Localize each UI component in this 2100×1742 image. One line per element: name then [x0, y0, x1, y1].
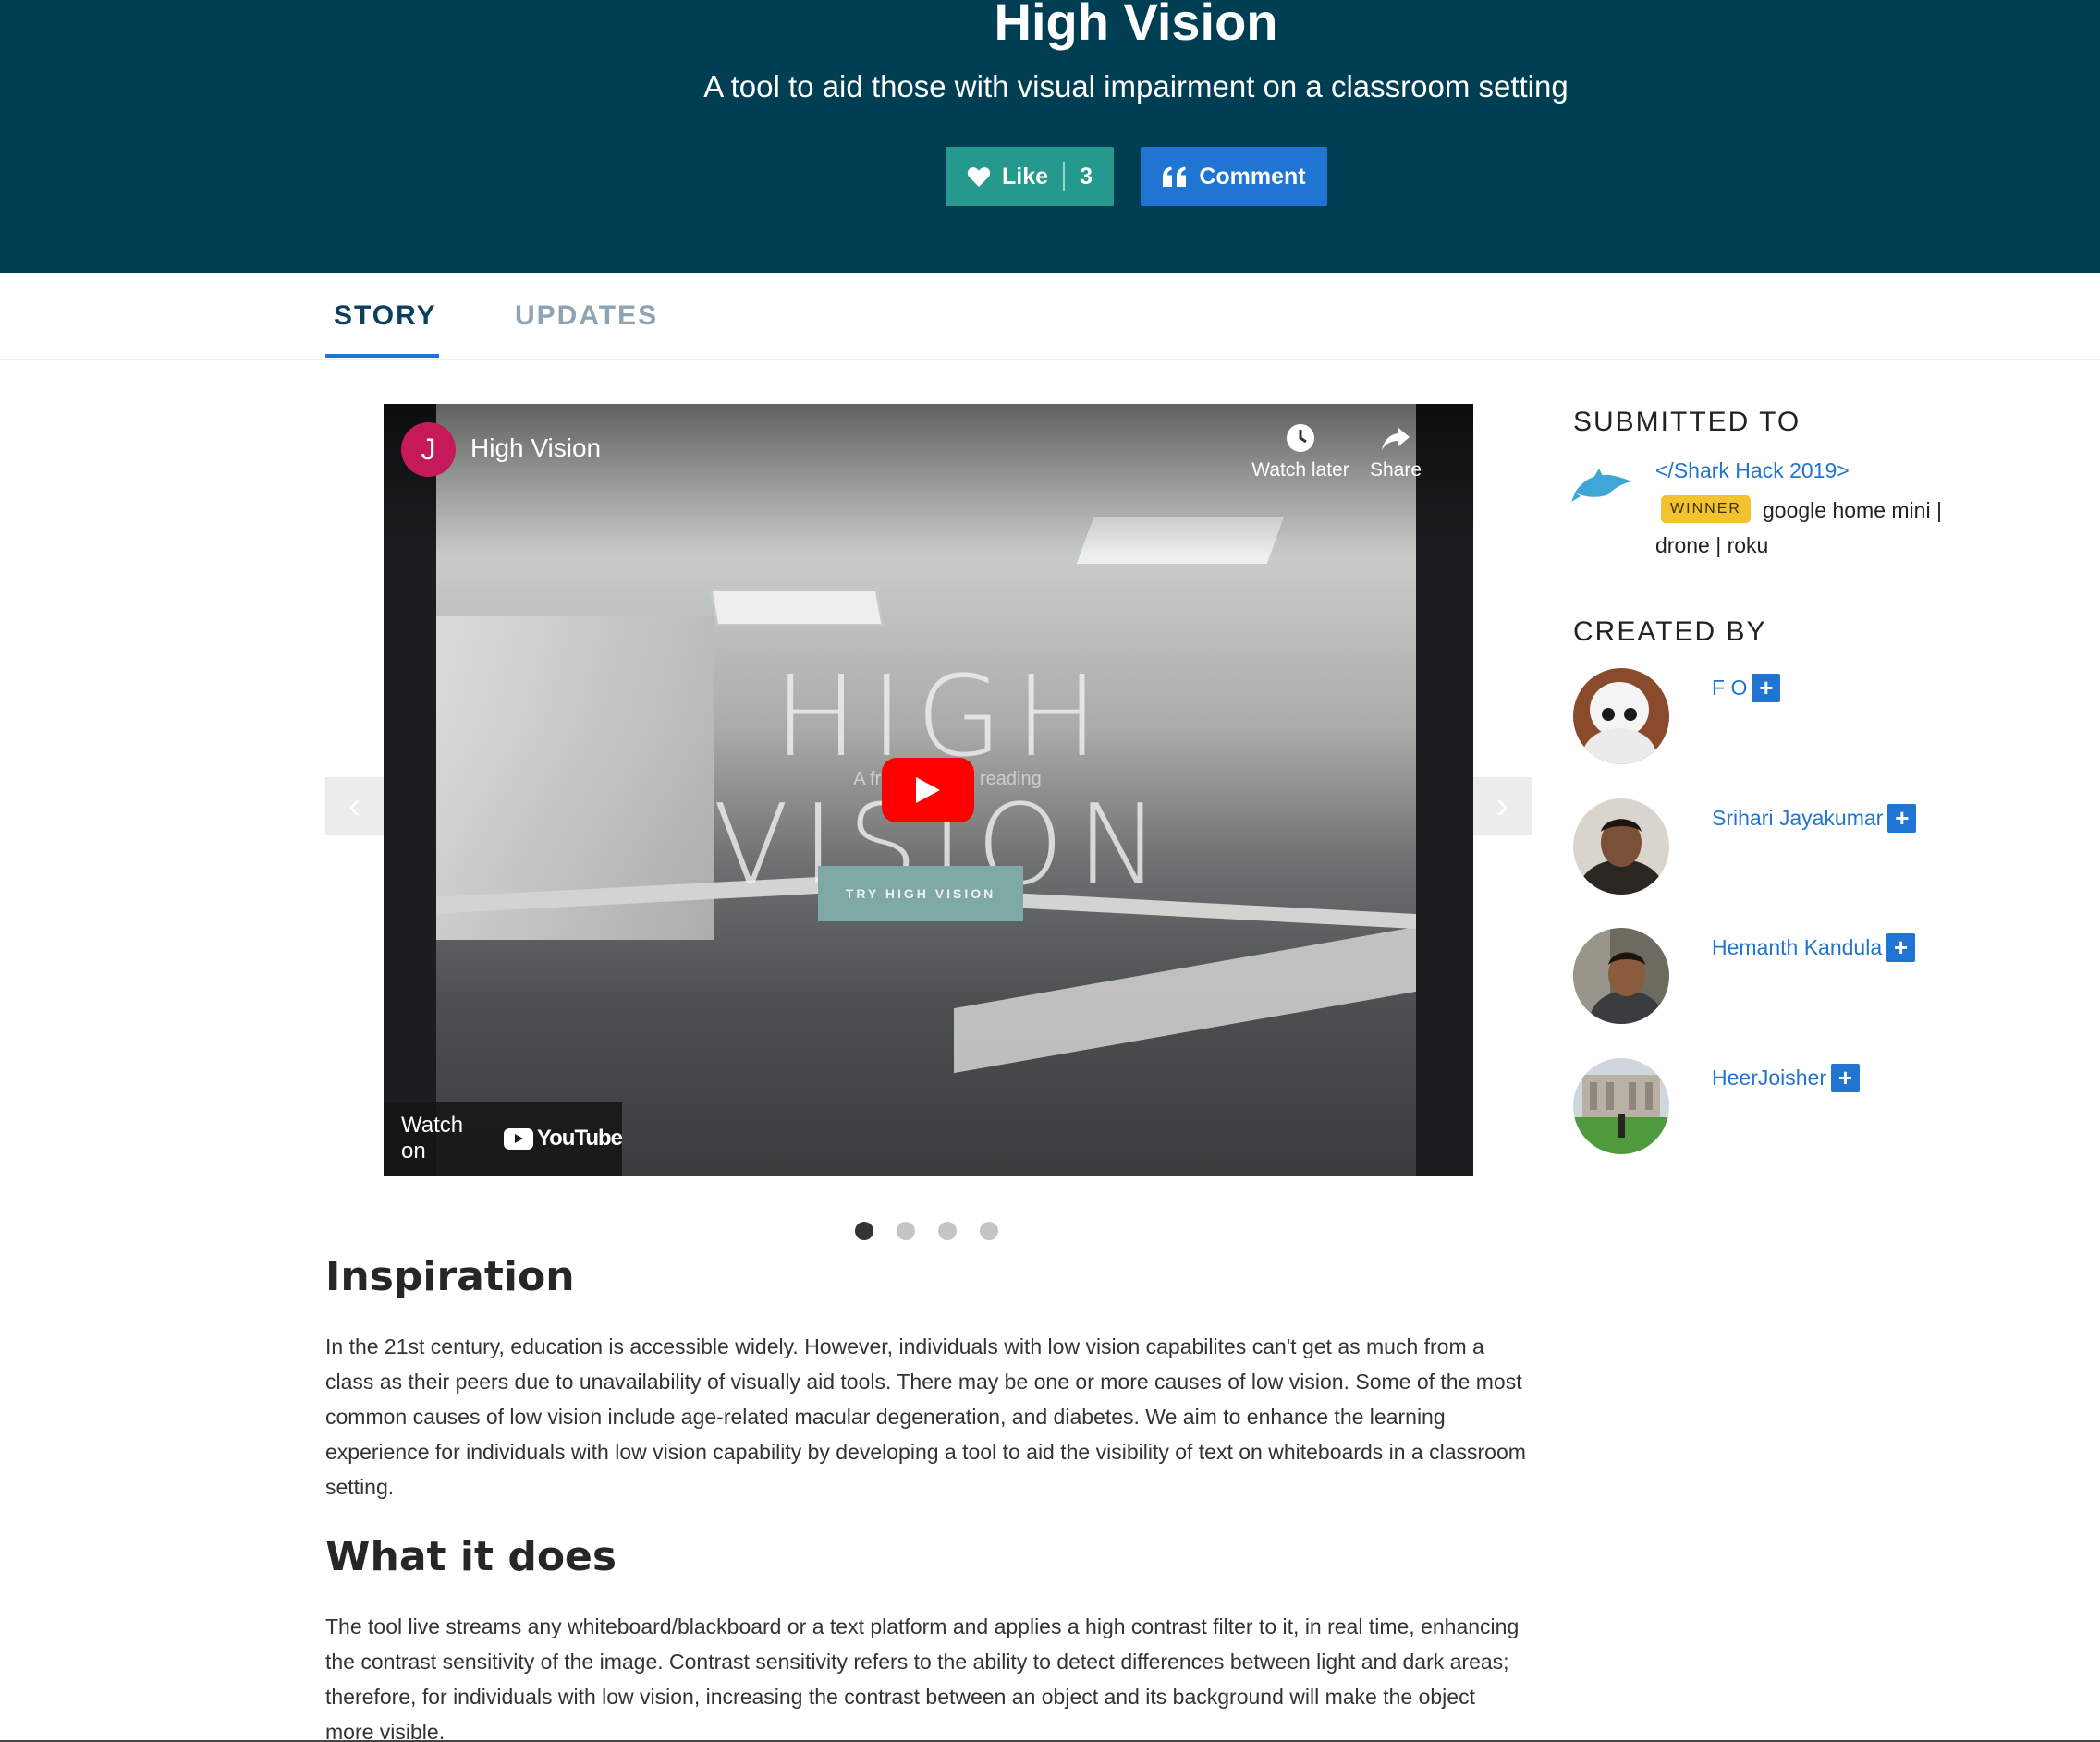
like-label: Like: [1002, 163, 1049, 189]
avatar[interactable]: [1573, 1058, 1669, 1154]
carousel-dots: [855, 1222, 998, 1240]
section-heading-inspiration: Inspiration: [325, 1253, 575, 1300]
play-button[interactable]: [882, 758, 974, 822]
submitted-to-heading: SUBMITTED TO: [1573, 407, 1801, 437]
comment-label: Comment: [1199, 163, 1306, 189]
like-divider: [1063, 162, 1066, 191]
project-title: High Vision: [994, 0, 1278, 51]
member-name-text[interactable]: HeerJoisher: [1712, 1066, 1826, 1090]
carousel-dot[interactable]: [980, 1222, 998, 1240]
avatar[interactable]: [1573, 928, 1669, 1024]
tab-story[interactable]: STORY: [334, 300, 437, 332]
chevron-left-icon: ‹: [348, 786, 361, 826]
carousel-prev-button[interactable]: ‹: [325, 777, 384, 835]
youtube-logo: YouTube: [503, 1126, 623, 1151]
hackathon-link[interactable]: </Shark Hack 2019>: [1655, 458, 1850, 483]
active-tab-indicator: [325, 354, 439, 358]
follow-plus-icon[interactable]: +: [1831, 1064, 1860, 1092]
team-member-name[interactable]: Srihari Jayakumar +: [1712, 804, 1917, 833]
section-body-what-it-does: The tool live streams any whiteboard/bla…: [325, 1614, 1520, 1742]
created-by-heading: CREATED BY: [1573, 616, 1767, 647]
prize-list: google home mini | drone | roku: [1655, 498, 1942, 557]
member-name-text[interactable]: F O: [1712, 676, 1747, 700]
tab-bar: STORY UPDATES: [0, 273, 2100, 360]
share-icon: [1382, 428, 1410, 450]
section-heading-what-it-does: What it does: [325, 1533, 617, 1580]
media-carousel: ‹ HIGH VISION A free, resp for reading T…: [325, 404, 1532, 1176]
team-member-name[interactable]: HeerJoisher +: [1712, 1064, 1860, 1092]
watch-on-youtube-link[interactable]: Watch on YouTube: [384, 1102, 623, 1176]
youtube-play-icon: [503, 1127, 533, 1150]
carousel-dot[interactable]: [855, 1222, 873, 1240]
play-icon: [916, 777, 940, 803]
comment-button[interactable]: Comment: [1141, 147, 1327, 206]
section-body-inspiration: In the 21st century, education is access…: [325, 1334, 1526, 1499]
member-name-text[interactable]: Hemanth Kandula: [1712, 935, 1882, 960]
team-member-name[interactable]: F O +: [1712, 674, 1781, 702]
like-button[interactable]: Like 3: [946, 147, 1114, 206]
table-shape: [954, 926, 1416, 1074]
follow-plus-icon[interactable]: +: [1752, 674, 1781, 702]
team-member-name[interactable]: Hemanth Kandula +: [1712, 933, 1916, 962]
channel-initial: J: [421, 432, 436, 466]
follow-plus-icon[interactable]: +: [1886, 933, 1916, 962]
youtube-wordmark: YouTube: [536, 1126, 623, 1151]
ceiling-light: [710, 589, 884, 626]
follow-plus-icon[interactable]: +: [1887, 804, 1917, 833]
heart-icon: [967, 166, 991, 187]
carousel-dot[interactable]: [897, 1222, 915, 1240]
chevron-right-icon: ›: [1496, 786, 1509, 826]
watch-later-label: Watch later: [1251, 459, 1349, 481]
youtube-video-player[interactable]: HIGH VISION A free, resp for reading TRY…: [384, 404, 1473, 1176]
watch-later-button[interactable]: Watch later: [1250, 422, 1351, 481]
shark-hack-logo[interactable]: [1571, 467, 1636, 504]
channel-avatar[interactable]: J: [401, 422, 456, 477]
like-count: 3: [1080, 163, 1093, 189]
project-tagline: A tool to aid those with visual impairme…: [703, 69, 1569, 104]
tab-updates[interactable]: UPDATES: [515, 300, 658, 332]
watch-on-label: Watch on: [401, 1113, 464, 1163]
member-name-text[interactable]: Srihari Jayakumar: [1712, 806, 1883, 831]
clock-icon: [1287, 424, 1314, 452]
avatar[interactable]: [1573, 668, 1669, 764]
carousel-next-button[interactable]: ›: [1473, 777, 1532, 835]
carousel-dot[interactable]: [938, 1222, 957, 1240]
avatar[interactable]: [1573, 798, 1669, 895]
share-label: Share: [1369, 459, 1422, 481]
project-header: High Vision A tool to aid those with vis…: [0, 0, 2100, 273]
quote-icon: [1163, 166, 1187, 187]
video-title[interactable]: High Vision: [470, 433, 601, 463]
video-frame-button: TRY HIGH VISION: [818, 866, 1023, 921]
share-button[interactable]: Share: [1368, 422, 1423, 481]
